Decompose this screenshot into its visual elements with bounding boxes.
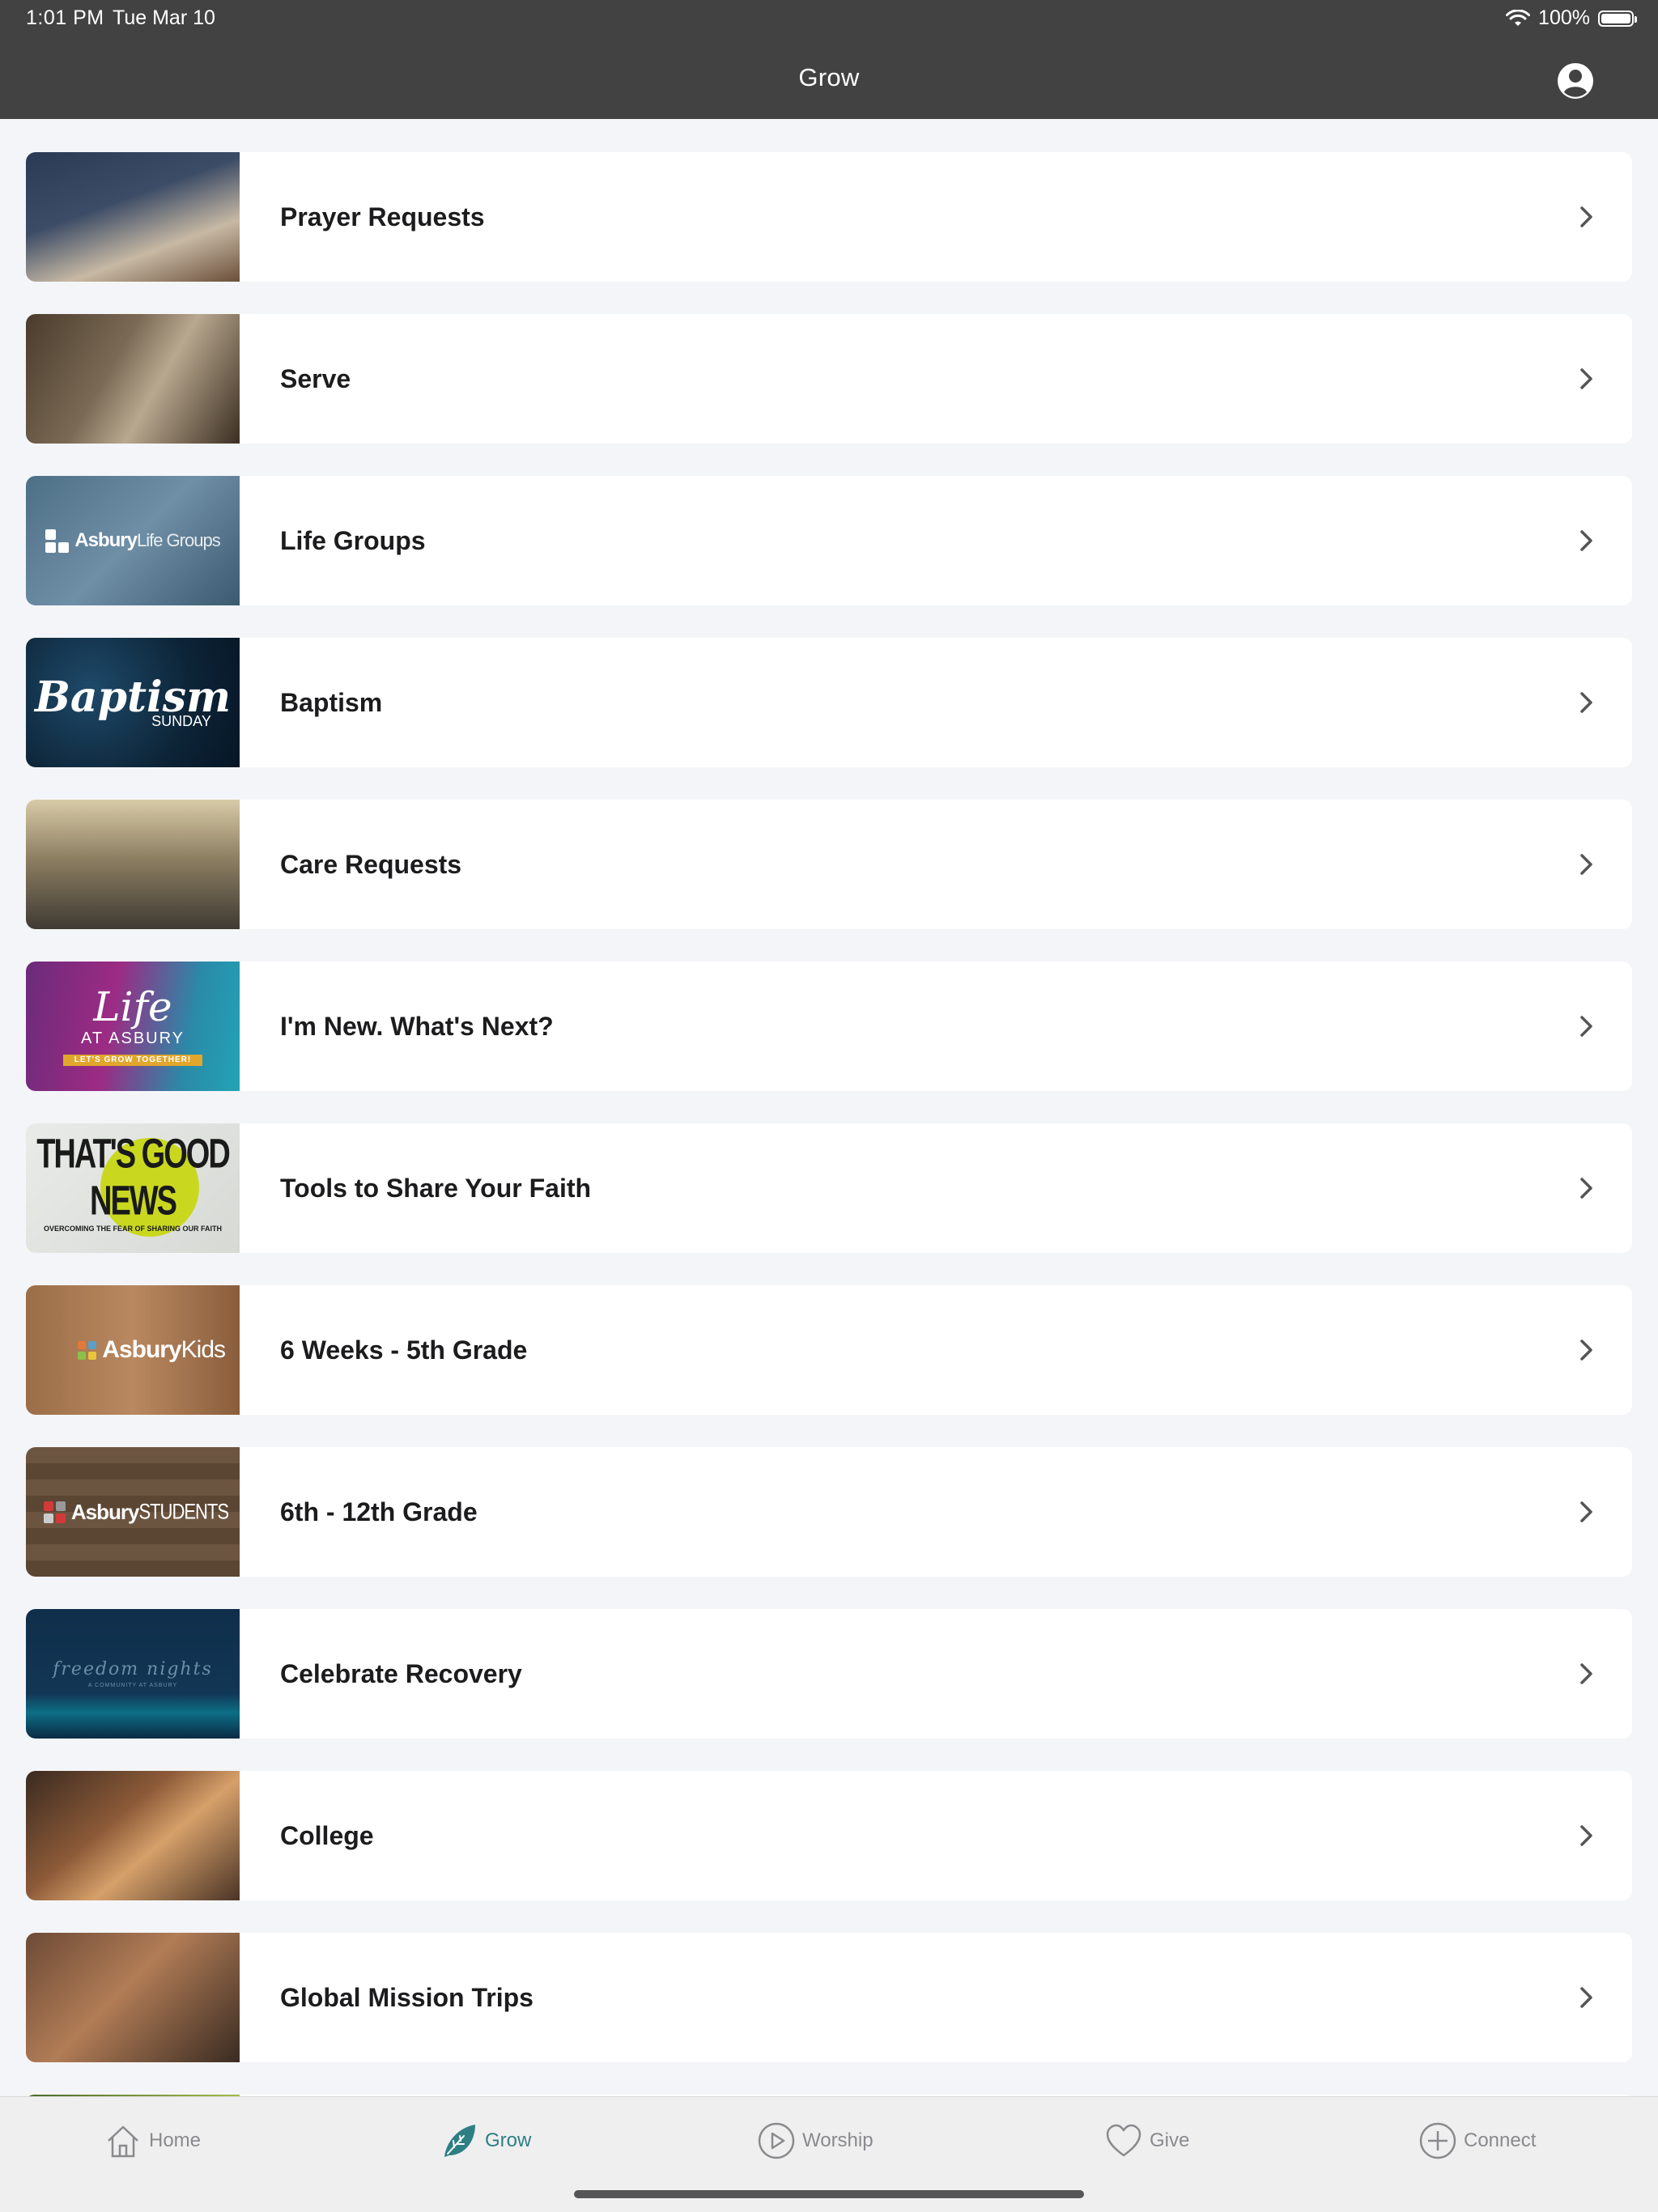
heart-icon <box>1106 2124 1141 2157</box>
home-indicator[interactable] <box>574 2190 1084 2198</box>
thumb-logo-subtext: SUNDAY <box>151 713 211 729</box>
life-groups-thumbnail: Asbury Life Groups <box>26 476 240 605</box>
chevron-right-icon <box>1580 1340 1592 1361</box>
thumb-logo-text: Asbury <box>74 529 138 551</box>
chevron-right-icon <box>1580 1663 1592 1684</box>
list-item-tools-to-share[interactable]: THAT'S GOOD NEWS OVERCOMING THE FEAR OF … <box>26 1123 1632 1253</box>
status-time: 1:01 PM <box>26 6 104 29</box>
chevron-right-icon <box>1580 1016 1592 1037</box>
thumb-logo-text-light: Kids <box>181 1336 226 1363</box>
wifi-icon <box>1506 9 1531 26</box>
college-thumbnail <box>26 1771 240 1900</box>
chevron-right-icon <box>1580 1825 1592 1846</box>
freedom-nights-logo: freedom nights A COMMUNITY AT ASBURY <box>26 1609 240 1739</box>
chevron-right-icon <box>1580 692 1592 713</box>
asbury-kids-thumbnail: Asbury Kids <box>26 1285 240 1415</box>
status-date: Tue Mar 10 <box>113 6 215 29</box>
list-item-serve[interactable]: Serve <box>26 314 1632 444</box>
asbury-students-thumbnail: Asbury STUDENTS <box>26 1447 240 1577</box>
play-circle-icon <box>758 2122 795 2159</box>
tab-label: Connect <box>1464 2129 1537 2151</box>
asbury-kids-logo: Asbury Kids <box>26 1285 240 1415</box>
thumb-logo-text: Asbury <box>70 1499 140 1524</box>
list-item-label: Care Requests <box>280 849 462 879</box>
tab-connect[interactable]: Connect <box>1418 2121 1536 2160</box>
list-item-prayer-requests[interactable]: Prayer Requests <box>26 152 1632 282</box>
list-item-6th-12th-grade[interactable]: Asbury STUDENTS 6th - 12th Grade <box>26 1447 1632 1577</box>
asbury-students-logo: Asbury STUDENTS <box>26 1447 240 1577</box>
navigation-header: 1:01 PM Tue Mar 10 100% Grow <box>0 0 1658 119</box>
house-icon <box>108 2125 138 2158</box>
thumb-logo-script: Life <box>93 983 172 1030</box>
list-item-baptism[interactable]: Baptism SUNDAY Baptism <box>26 638 1632 767</box>
battery-icon <box>1598 10 1637 27</box>
baptism-logo: Baptism SUNDAY <box>26 638 240 767</box>
tab-label: Home <box>149 2129 202 2151</box>
tab-worship[interactable]: Worship <box>757 2121 874 2160</box>
chevron-right-icon <box>1580 206 1592 227</box>
tab-home[interactable]: Home <box>104 2121 201 2160</box>
list-item-global-mission-trips[interactable]: Global Mission Trips <box>26 1933 1632 2062</box>
thumb-logo-text: Asbury <box>102 1336 181 1363</box>
life-groups-logo: Asbury Life Groups <box>26 476 240 605</box>
life-at-asbury-logo: Life AT ASBURY LET'S GROW TOGETHER! <box>26 962 240 1091</box>
list-item-label: Baptism <box>280 687 383 717</box>
logo-blocks-icon <box>78 1340 97 1360</box>
profile-button[interactable] <box>1556 62 1595 100</box>
good-news-thumbnail: THAT'S GOOD NEWS OVERCOMING THE FEAR OF … <box>26 1123 240 1253</box>
chevron-right-icon <box>1580 1987 1592 2008</box>
list-item-label: 6 Weeks - 5th Grade <box>280 1335 528 1365</box>
thumb-logo-tag: LET'S GROW TOGETHER! <box>62 1055 203 1066</box>
thumb-logo-text-light: STUDENTS <box>138 1499 229 1524</box>
chevron-right-icon <box>1580 368 1592 389</box>
mission-thumbnail <box>26 1933 240 2062</box>
list-item-label: Life Groups <box>280 525 426 555</box>
list-item-label: Global Mission Trips <box>280 1982 534 2012</box>
list-item-label: Serve <box>280 363 351 393</box>
list-item-celebrate-recovery[interactable]: freedom nights A COMMUNITY AT ASBURY Cel… <box>26 1609 1632 1739</box>
thumb-logo-text-light: Life Groups <box>136 530 221 550</box>
list-item-care-requests[interactable]: Care Requests <box>26 800 1632 929</box>
list-item-label: Tools to Share Your Faith <box>280 1173 592 1203</box>
list-item-6-weeks-5th-grade[interactable]: Asbury Kids 6 Weeks - 5th Grade <box>26 1285 1632 1415</box>
thumb-logo-subtext: A COMMUNITY AT ASBURY <box>87 1683 178 1688</box>
list-item-label: College <box>280 1820 374 1850</box>
serve-thumbnail <box>26 314 240 444</box>
chevron-right-icon <box>1580 1178 1592 1199</box>
page-title: Grow <box>798 63 860 91</box>
list-item-life-groups[interactable]: Asbury Life Groups Life Groups <box>26 476 1632 605</box>
tab-grow[interactable]: Grow <box>440 2121 531 2160</box>
chevron-right-icon <box>1580 854 1592 875</box>
thumb-logo-script: freedom nights <box>53 1659 213 1679</box>
thumb-logo-subtext: AT ASBURY <box>80 1030 185 1047</box>
list-item-college[interactable]: College <box>26 1771 1632 1900</box>
tab-label: Give <box>1150 2129 1190 2151</box>
status-indicators: 100% <box>1506 6 1637 30</box>
grow-menu-list: Prayer Requests Serve Asbury Life Groups… <box>26 152 1632 2111</box>
list-item-label: 6th - 12th Grade <box>280 1497 478 1526</box>
list-item-label: I'm New. What's Next? <box>280 1011 554 1041</box>
leaf-icon <box>444 2125 475 2157</box>
list-item-im-new[interactable]: Life AT ASBURY LET'S GROW TOGETHER! I'm … <box>26 962 1632 1091</box>
battery-percent: 100% <box>1538 6 1590 29</box>
freedom-nights-thumbnail: freedom nights A COMMUNITY AT ASBURY <box>26 1609 240 1739</box>
tab-label: Worship <box>802 2129 874 2151</box>
list-item-label: Prayer Requests <box>280 202 485 231</box>
thumb-logo-text: THAT'S GOOD NEWS <box>36 1131 231 1225</box>
list-item-label: Celebrate Recovery <box>280 1658 522 1688</box>
thumb-logo-subtext: OVERCOMING THE FEAR OF SHARING OUR FAITH <box>43 1225 222 1233</box>
tab-give[interactable]: Give <box>1104 2121 1189 2160</box>
tab-label: Grow <box>485 2129 532 2151</box>
baptism-thumbnail: Baptism SUNDAY <box>26 638 240 767</box>
life-at-asbury-thumbnail: Life AT ASBURY LET'S GROW TOGETHER! <box>26 962 240 1091</box>
good-news-logo: THAT'S GOOD NEWS OVERCOMING THE FEAR OF … <box>26 1123 240 1253</box>
logo-blocks-icon <box>45 529 70 553</box>
chevron-right-icon <box>1580 1501 1592 1522</box>
care-thumbnail <box>26 800 240 929</box>
plus-circle-icon <box>1419 2122 1456 2159</box>
chevron-right-icon <box>1580 530 1592 551</box>
prayer-thumbnail <box>26 152 240 282</box>
logo-blocks-icon <box>43 1501 66 1523</box>
